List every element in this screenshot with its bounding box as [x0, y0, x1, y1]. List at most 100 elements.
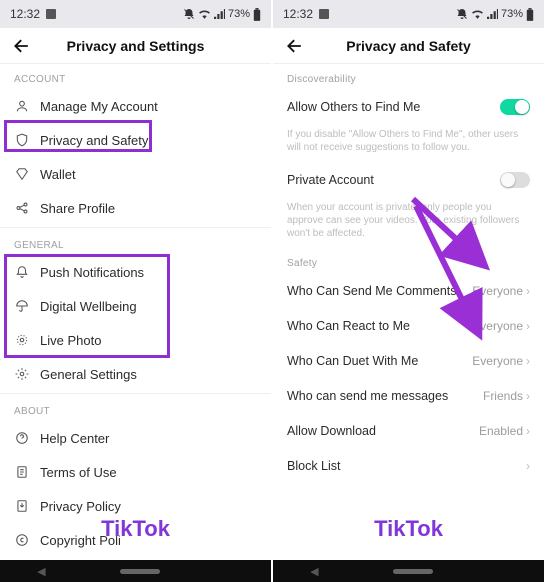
nav-home-icon[interactable] — [120, 569, 160, 574]
status-bar: 12:32 73% — [0, 0, 271, 28]
row-value: Everyone — [472, 284, 523, 298]
row-general-settings[interactable]: General Settings — [0, 357, 271, 391]
nav-home-icon[interactable] — [393, 569, 433, 574]
settings-content: ACCOUNT Manage My Account Privacy and Sa… — [0, 64, 271, 560]
document-arrow-icon — [14, 499, 30, 513]
section-about-label: ABOUT — [0, 396, 271, 421]
battery-icon — [253, 8, 261, 21]
status-time: 12:32 — [10, 7, 40, 21]
allow-find-desc: If you disable "Allow Others to Find Me"… — [273, 124, 544, 162]
umbrella-icon — [14, 299, 30, 313]
live-photo-icon — [14, 333, 30, 347]
row-label: Copyright Poli — [40, 533, 121, 548]
status-time: 12:32 — [283, 7, 313, 21]
bell-icon — [14, 265, 30, 279]
battery-icon — [526, 8, 534, 21]
person-icon — [14, 99, 30, 113]
row-wallet[interactable]: Wallet — [0, 157, 271, 191]
shield-icon — [14, 133, 30, 147]
chevron-right-icon: › — [526, 355, 530, 367]
row-label: Who can send me messages — [287, 389, 448, 403]
row-share-profile[interactable]: Share Profile — [0, 191, 271, 225]
toggle-allow-find[interactable] — [500, 99, 530, 115]
divider — [0, 393, 271, 394]
safety-label: Safety — [273, 248, 544, 273]
nav-back-icon[interactable]: ◀ — [310, 565, 318, 578]
row-manage-account[interactable]: Manage My Account — [0, 89, 271, 123]
status-app-icon — [46, 9, 56, 19]
section-general-label: GENERAL — [0, 230, 271, 255]
back-icon[interactable] — [285, 36, 305, 56]
page-title: Privacy and Safety — [273, 38, 544, 54]
row-label: Who Can Duet With Me — [287, 354, 418, 368]
dnd-icon — [183, 8, 195, 20]
row-private-account: Private Account — [273, 162, 544, 197]
battery-pct: 73% — [501, 8, 523, 20]
row-value: Everyone — [472, 354, 523, 368]
row-label: Live Photo — [40, 333, 101, 348]
row-copyright[interactable]: Copyright Poli — [0, 523, 271, 557]
row-blocklist[interactable]: Block List › — [273, 448, 544, 483]
row-label: Allow Others to Find Me — [287, 100, 420, 114]
android-nav: ◀ — [273, 560, 544, 582]
row-privacy-policy[interactable]: Privacy Policy — [0, 489, 271, 523]
chevron-right-icon: › — [526, 285, 530, 297]
row-messages[interactable]: Who can send me messages Friends› — [273, 378, 544, 413]
signal-icon — [214, 9, 225, 19]
phone-left: 12:32 73% Privacy and Settings ACCOUNT M… — [0, 0, 273, 582]
wifi-icon — [198, 9, 211, 19]
app-bar: Privacy and Settings — [0, 28, 271, 64]
chevron-right-icon: › — [526, 460, 530, 472]
row-live-photo[interactable]: Live Photo — [0, 323, 271, 357]
chevron-right-icon: › — [526, 425, 530, 437]
row-label: Privacy and Safety — [40, 133, 148, 148]
row-label: Privacy Policy — [40, 499, 121, 514]
share-icon — [14, 201, 30, 215]
row-duet[interactable]: Who Can Duet With Me Everyone› — [273, 343, 544, 378]
row-allow-find: Allow Others to Find Me — [273, 89, 544, 124]
status-app-icon — [319, 9, 329, 19]
row-label: Allow Download — [287, 424, 376, 438]
row-comments[interactable]: Who Can Send Me Comments Everyone› — [273, 273, 544, 308]
row-react[interactable]: Who Can React to Me Everyone› — [273, 308, 544, 343]
help-icon — [14, 431, 30, 445]
row-value: Friends — [483, 389, 523, 403]
chevron-right-icon: › — [526, 390, 530, 402]
page-title: Privacy and Settings — [0, 38, 271, 54]
wifi-icon — [471, 9, 484, 19]
app-bar: Privacy and Safety — [273, 28, 544, 64]
row-terms[interactable]: Terms of Use — [0, 455, 271, 489]
row-download[interactable]: Allow Download Enabled› — [273, 413, 544, 448]
discoverability-label: Discoverability — [273, 64, 544, 89]
battery-pct: 73% — [228, 8, 250, 20]
row-value: Everyone — [472, 319, 523, 333]
android-nav: ◀ — [0, 560, 271, 582]
row-value: Enabled — [479, 424, 523, 438]
dnd-icon — [456, 8, 468, 20]
row-label: Private Account — [287, 173, 374, 187]
row-label: Digital Wellbeing — [40, 299, 137, 314]
gear-icon — [14, 367, 30, 381]
row-label: Block List — [287, 459, 341, 473]
copyright-icon — [14, 533, 30, 547]
toggle-private[interactable] — [500, 172, 530, 188]
chevron-right-icon: › — [526, 320, 530, 332]
row-label: General Settings — [40, 367, 137, 382]
row-push-notifications[interactable]: Push Notifications — [0, 255, 271, 289]
row-help-center[interactable]: Help Center — [0, 421, 271, 455]
section-account-label: ACCOUNT — [0, 64, 271, 89]
privacy-content: Discoverability Allow Others to Find Me … — [273, 64, 544, 560]
row-label: Push Notifications — [40, 265, 144, 280]
row-privacy-safety[interactable]: Privacy and Safety — [0, 123, 271, 157]
nav-back-icon[interactable]: ◀ — [37, 565, 45, 578]
row-digital-wellbeing[interactable]: Digital Wellbeing — [0, 289, 271, 323]
signal-icon — [487, 9, 498, 19]
row-label: Terms of Use — [40, 465, 117, 480]
back-icon[interactable] — [12, 36, 32, 56]
row-label: Who Can React to Me — [287, 319, 410, 333]
document-icon — [14, 465, 30, 479]
phone-right: 12:32 73% Privacy and Safety Discoverabi… — [273, 0, 546, 582]
row-label: Share Profile — [40, 201, 115, 216]
status-bar: 12:32 73% — [273, 0, 544, 28]
watermark-tiktok: TikTok — [273, 516, 544, 542]
